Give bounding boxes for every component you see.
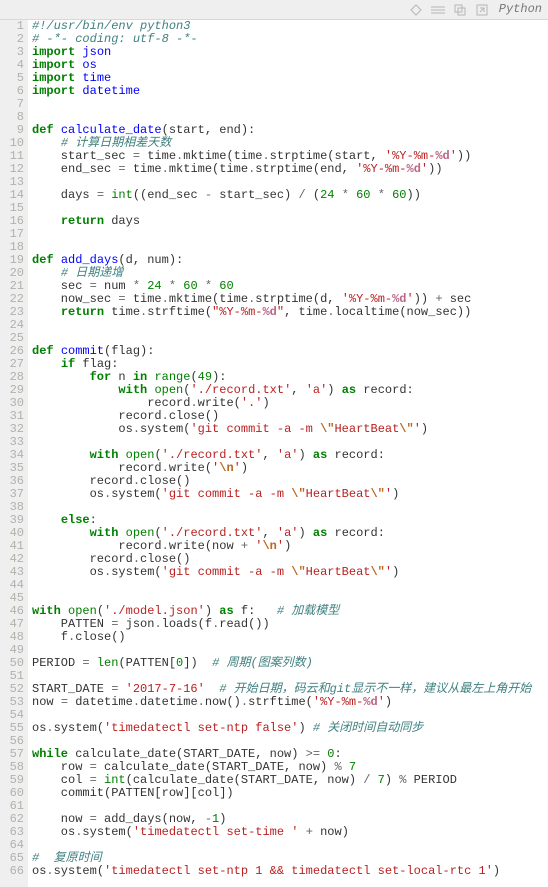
code-line[interactable]: f.close() bbox=[32, 631, 548, 644]
code-line[interactable]: return days bbox=[32, 215, 548, 228]
code-line[interactable]: PERIOD = len(PATTEN[0]) # 周期(图案列数) bbox=[32, 657, 548, 670]
language-label: Python bbox=[499, 3, 542, 16]
code-line[interactable] bbox=[32, 839, 548, 852]
code-area[interactable]: #!/usr/bin/env python3# -*- coding: utf-… bbox=[28, 20, 548, 887]
code-line[interactable]: os.system('git commit -a -m \"HeartBeat\… bbox=[32, 566, 548, 579]
split-icon[interactable] bbox=[431, 3, 445, 17]
code-editor[interactable]: 1234567891011121314151617181920212223242… bbox=[0, 20, 548, 887]
code-line[interactable]: end_sec = time.mktime(time.strptime(end,… bbox=[32, 163, 548, 176]
code-line[interactable]: os.system('git commit -a -m \"HeartBeat\… bbox=[32, 423, 548, 436]
code-line[interactable]: return time.strftime("%Y-%m-%d", time.lo… bbox=[32, 306, 548, 319]
editor-toolbar: Python bbox=[0, 0, 548, 20]
code-line[interactable]: import datetime bbox=[32, 85, 548, 98]
code-line[interactable]: commit(PATTEN[row][col]) bbox=[32, 787, 548, 800]
code-line[interactable] bbox=[32, 501, 548, 514]
code-line[interactable]: os.system('git commit -a -m \"HeartBeat\… bbox=[32, 488, 548, 501]
code-line[interactable]: os.system('timedatectl set-ntp false') #… bbox=[32, 722, 548, 735]
copy-icon[interactable] bbox=[453, 3, 467, 17]
code-line[interactable]: os.system('timedatectl set-time ' + now) bbox=[32, 826, 548, 839]
code-line[interactable]: now = datetime.datetime.now().strftime('… bbox=[32, 696, 548, 709]
code-line[interactable]: import json bbox=[32, 46, 548, 59]
code-line[interactable]: os.system('timedatectl set-ntp 1 && time… bbox=[32, 865, 548, 878]
line-number-gutter: 1234567891011121314151617181920212223242… bbox=[0, 20, 28, 887]
code-line[interactable]: days = int((end_sec - start_sec) / (24 *… bbox=[32, 189, 548, 202]
line-number: 66 bbox=[0, 865, 24, 878]
code-line[interactable] bbox=[32, 228, 548, 241]
code-line[interactable] bbox=[32, 579, 548, 592]
code-line[interactable] bbox=[32, 319, 548, 332]
diamond-icon[interactable] bbox=[409, 3, 423, 17]
code-line[interactable] bbox=[32, 98, 548, 111]
open-icon[interactable] bbox=[475, 3, 489, 17]
